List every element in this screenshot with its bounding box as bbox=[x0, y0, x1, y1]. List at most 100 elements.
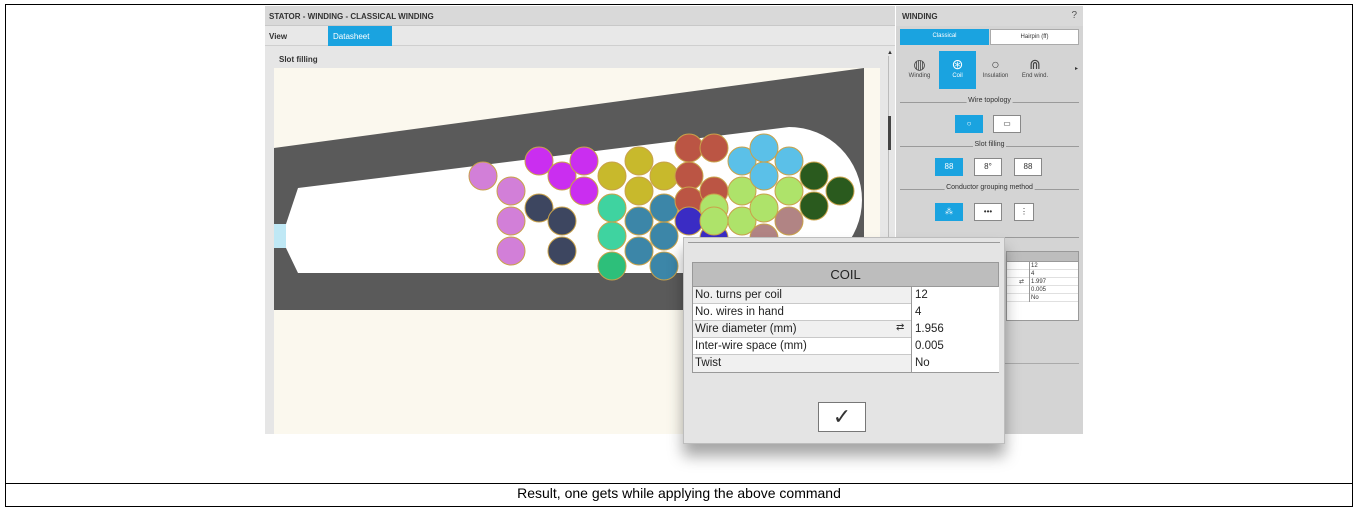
tab-bar: View Datasheet bbox=[265, 26, 895, 46]
slot-filling-option-2[interactable]: 8° bbox=[974, 158, 1002, 176]
slot-filling-option-1[interactable]: 88 bbox=[935, 158, 963, 176]
main-panel-title: STATOR - WINDING - CLASSICAL WINDING bbox=[265, 6, 895, 26]
summary-value: 1.997 bbox=[1029, 278, 1079, 286]
classical-toggle[interactable]: Classical bbox=[900, 29, 989, 45]
wire-strand bbox=[774, 176, 804, 206]
caption-divider bbox=[6, 483, 1352, 484]
rectangular-wire-button[interactable]: ▭ bbox=[993, 115, 1021, 133]
wire-strand bbox=[825, 176, 855, 206]
tab-view[interactable]: View bbox=[269, 32, 287, 41]
wire-strand bbox=[774, 146, 804, 176]
wire-strand bbox=[674, 161, 704, 191]
wire-strand bbox=[624, 236, 654, 266]
wire-strand bbox=[799, 161, 829, 191]
insulation-button-label: Insulation bbox=[982, 73, 1009, 79]
twist-label: Twist bbox=[695, 357, 722, 369]
round-wire-button[interactable]: ○ bbox=[955, 115, 983, 133]
slot-filling-label: Slot filling bbox=[972, 141, 1007, 148]
wire-diameter-field[interactable]: 1.956 bbox=[911, 321, 999, 338]
wire-strand bbox=[649, 193, 679, 223]
scroll-thumb[interactable] bbox=[888, 116, 891, 150]
summary-value: 0.005 bbox=[1029, 286, 1079, 294]
wire-strand bbox=[547, 236, 577, 266]
more-arrow-icon[interactable]: ▸ bbox=[1075, 65, 1078, 72]
winding-icon-toolbar: ◍ Winding ⊛ Coil ○ Insulation ⋒ End wind… bbox=[896, 51, 1083, 89]
wire-strand bbox=[569, 176, 599, 206]
end-winding-icon: ⋒ bbox=[1029, 56, 1041, 72]
grouping-section: Conductor grouping method bbox=[900, 184, 1079, 194]
wire-diameter-label: Wire diameter (mm) bbox=[695, 323, 797, 335]
insulation-icon: ○ bbox=[991, 56, 1000, 72]
table-row: No. turns per coil 12 bbox=[693, 287, 999, 304]
wire-strand bbox=[597, 161, 627, 191]
turns-per-coil-field[interactable]: 12 bbox=[911, 287, 999, 304]
wire-strand bbox=[749, 193, 779, 223]
confirm-button[interactable]: ✓ bbox=[818, 402, 866, 432]
wire-strand bbox=[496, 206, 526, 236]
table-row: 0.005 bbox=[1007, 286, 1078, 294]
wire-strand bbox=[699, 206, 729, 236]
coil-summary-header bbox=[1007, 252, 1078, 262]
hairpin-toggle[interactable]: Hairpin (ff) bbox=[990, 29, 1079, 45]
table-row: ⇄ 1.997 bbox=[1007, 278, 1078, 286]
tab-datasheet[interactable]: Datasheet bbox=[328, 26, 392, 46]
winding-button[interactable]: ◍ Winding bbox=[901, 51, 938, 89]
table-row: No. wires in hand 4 bbox=[693, 304, 999, 321]
winding-icon: ◍ bbox=[913, 56, 926, 72]
table-row: Inter-wire space (mm) 0.005 bbox=[693, 338, 999, 355]
wire-strand bbox=[749, 161, 779, 191]
wire-strand bbox=[674, 133, 704, 163]
wire-strand bbox=[569, 146, 599, 176]
wire-strand bbox=[674, 206, 704, 236]
wire-strand bbox=[749, 133, 779, 163]
summary-value: 4 bbox=[1029, 270, 1079, 278]
wire-strand bbox=[547, 206, 577, 236]
side-title-text: WINDING bbox=[902, 12, 938, 21]
wire-strand bbox=[649, 161, 679, 191]
slot-filling-section: Slot filling bbox=[900, 141, 1079, 151]
wire-strand bbox=[597, 193, 627, 223]
table-row: Wire diameter (mm) ⇄ 1.956 bbox=[693, 321, 999, 338]
wire-strand bbox=[649, 221, 679, 251]
insulation-button[interactable]: ○ Insulation bbox=[977, 51, 1014, 89]
wire-strand bbox=[597, 251, 627, 281]
end-winding-button[interactable]: ⋒ End wind. bbox=[1015, 51, 1055, 89]
wire-topology-section: Wire topology bbox=[900, 97, 1079, 107]
wire-strand bbox=[496, 236, 526, 266]
wire-strand bbox=[624, 146, 654, 176]
grouping-option-3[interactable]: ⋮ bbox=[1014, 203, 1034, 221]
twist-field[interactable]: No bbox=[911, 355, 999, 372]
coil-button[interactable]: ⊛ Coil bbox=[939, 51, 976, 89]
wires-in-hand-label: No. wires in hand bbox=[695, 306, 784, 318]
turns-per-coil-label: No. turns per coil bbox=[695, 289, 782, 301]
end-winding-button-label: End wind. bbox=[1021, 73, 1049, 79]
wire-strand bbox=[799, 191, 829, 221]
wire-strand bbox=[597, 221, 627, 251]
slot-wedge bbox=[274, 224, 286, 248]
wire-strand bbox=[699, 133, 729, 163]
wire-strand bbox=[649, 251, 679, 281]
coil-table: COIL No. turns per coil 12 No. wires in … bbox=[692, 262, 999, 373]
inter-wire-space-field[interactable]: 0.005 bbox=[911, 338, 999, 355]
swap-icon[interactable]: ⇄ bbox=[1019, 278, 1024, 286]
coil-dialog: COIL No. turns per coil 12 No. wires in … bbox=[683, 237, 1005, 444]
coil-button-label: Coil bbox=[952, 73, 963, 79]
grouping-option-1[interactable]: ⁂ bbox=[935, 203, 963, 221]
table-row: Twist No bbox=[693, 355, 999, 372]
slot-filling-option-3[interactable]: 88 bbox=[1014, 158, 1042, 176]
coil-table-title: COIL bbox=[693, 263, 998, 287]
swap-icon[interactable]: ⇄ bbox=[896, 322, 904, 333]
coil-icon: ⊛ bbox=[951, 56, 964, 72]
figure-caption: Result, one gets while applying the abov… bbox=[517, 485, 841, 501]
wire-strand bbox=[624, 206, 654, 236]
summary-value: 12 bbox=[1029, 262, 1079, 270]
table-row: 4 bbox=[1007, 270, 1078, 278]
grouping-option-2[interactable]: ••• bbox=[974, 203, 1002, 221]
wires-in-hand-field[interactable]: 4 bbox=[911, 304, 999, 321]
inter-wire-space-label: Inter-wire space (mm) bbox=[695, 340, 807, 352]
wire-strand bbox=[496, 176, 526, 206]
coil-summary-table: 12 4 ⇄ 1.997 0.005 No bbox=[1006, 251, 1079, 321]
wire-strand bbox=[624, 176, 654, 206]
help-icon[interactable]: ? bbox=[1071, 10, 1077, 21]
wire-strand bbox=[774, 206, 804, 236]
